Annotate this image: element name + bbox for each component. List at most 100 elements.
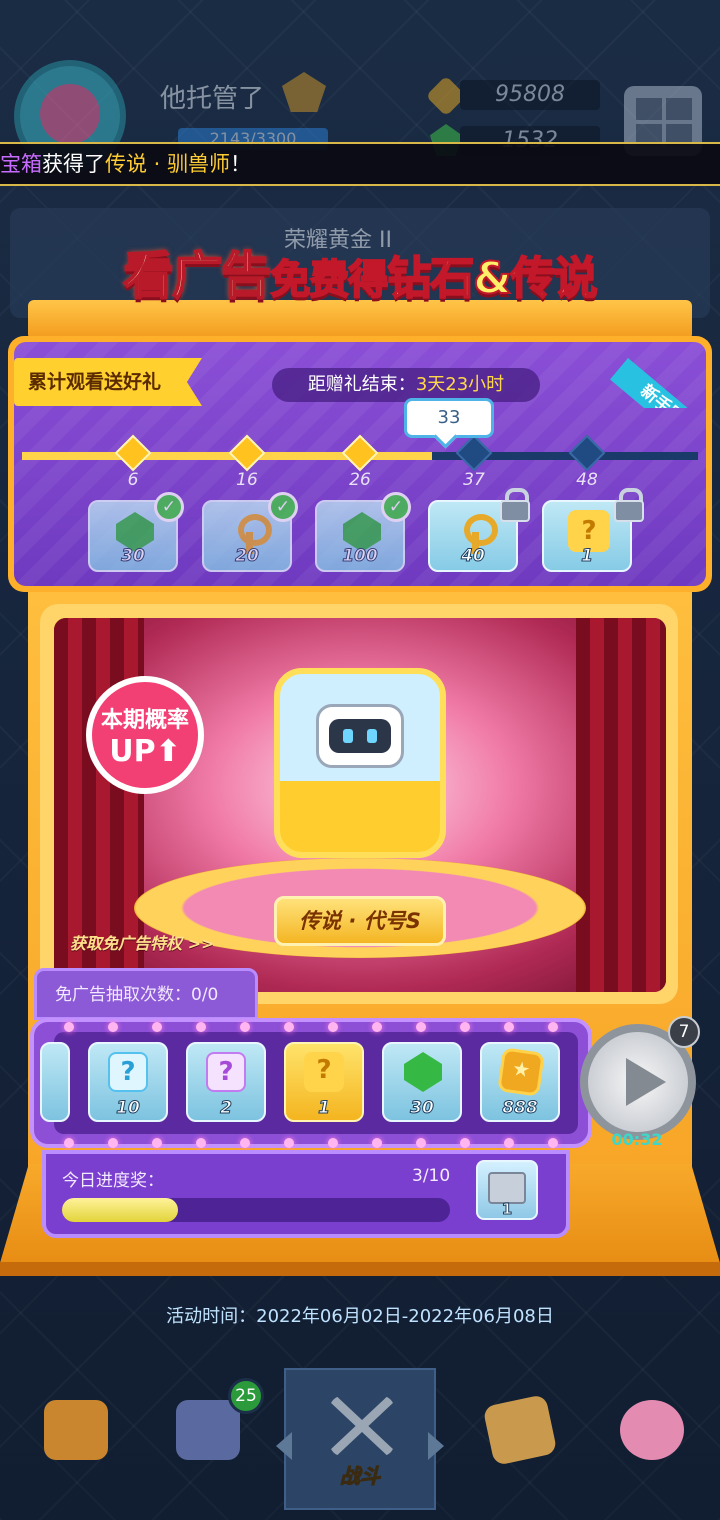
reel-item-selected: ? 1: [284, 1042, 364, 1122]
newbie-gift-tag: 新手赠礼: [608, 338, 718, 408]
lock-icon: [614, 488, 644, 522]
milestone-reward[interactable]: 100 ✓: [315, 492, 411, 572]
reel-light: [460, 1022, 470, 1032]
reel-item-count: 1: [318, 1098, 331, 1119]
reel-item: ? 10: [88, 1042, 168, 1122]
reel-light: [196, 1138, 206, 1148]
reel-light: [284, 1138, 294, 1148]
probability-up-badge: 本期概率 UP⬆: [86, 676, 204, 794]
daily-progress-label: 今日进度奖：: [62, 1171, 164, 1191]
daily-progress-track: [62, 1198, 450, 1222]
daily-progress-fill: [62, 1198, 179, 1222]
nav-notification-badge: 25: [228, 1378, 264, 1414]
crossed-swords-icon: [330, 1396, 394, 1456]
reel-light: [504, 1138, 514, 1148]
marquee-source: 宝箱: [0, 152, 42, 176]
reel-light: [284, 1022, 294, 1032]
promo-title-part2: 免费得: [269, 256, 389, 304]
marquee-end: ！: [230, 152, 252, 176]
nav-pet[interactable]: [600, 1380, 700, 1490]
reel-light: [504, 1022, 514, 1032]
legendary-dice-icon[interactable]: [274, 668, 446, 858]
milestone-reward[interactable]: ? 1: [542, 488, 644, 572]
coin-count: 95808: [460, 80, 600, 110]
reel-light: [196, 1022, 206, 1032]
milestone-tick-label: 26: [349, 470, 371, 490]
reel-item: 30: [382, 1042, 462, 1122]
gem-icon: [404, 1052, 442, 1092]
reel-light: [108, 1138, 118, 1148]
milestone-tick-label: 37: [463, 470, 485, 490]
daily-chest-reward[interactable]: 1: [476, 1160, 538, 1220]
pet-character-icon: [620, 1400, 684, 1460]
check-icon: ✓: [154, 492, 184, 522]
adfree-draw-count: 免广告抽取次数：0/0: [34, 968, 258, 1020]
event-time: 活动时间：2022年06月02日-2022年06月08日: [166, 1306, 554, 1327]
mystery-box-blue-icon: ?: [108, 1052, 148, 1092]
avatar-face-icon: [40, 84, 100, 144]
reel-light: [108, 1022, 118, 1032]
promo-title: 看广告免费得钻石&传说: [20, 226, 700, 326]
check-icon: ✓: [381, 492, 411, 522]
prob-badge-line1: 本期概率: [100, 708, 189, 733]
broadcast-marquee: 宝箱获得了传说 · 驯兽师！: [0, 142, 720, 186]
mystery-box-purple-icon: ?: [206, 1052, 246, 1092]
daily-progress-count: 3/10: [412, 1166, 451, 1186]
reel-item-count: 2: [220, 1098, 233, 1119]
reel-light: [328, 1022, 338, 1032]
cannon-icon: [176, 1400, 240, 1460]
reel-light: [64, 1138, 74, 1148]
reel-light: [372, 1138, 382, 1148]
milestone-tick-label: 48: [576, 470, 598, 490]
reward-count: 100: [342, 546, 379, 567]
marquee-verb: 获得了: [42, 152, 105, 176]
reel-light: [240, 1138, 250, 1148]
promo-title-part1: 看广告: [122, 246, 272, 306]
reel-light: [416, 1138, 426, 1148]
reel-item-partial: [40, 1042, 70, 1122]
reel-light: [240, 1022, 250, 1032]
reel-light: [460, 1138, 470, 1148]
promo-title-part3: 钻石&传说: [386, 252, 598, 305]
adfree-privilege-link[interactable]: 获取免广告特权 >>: [70, 930, 214, 954]
reward-count: 1: [581, 546, 594, 567]
reward-count: 40: [461, 546, 486, 567]
remaining-plays-badge: 7: [668, 1016, 700, 1048]
current-watch-count: 33: [404, 398, 494, 438]
nav-quest[interactable]: [468, 1380, 568, 1490]
rank-badge-icon: [282, 72, 326, 112]
milestone-ribbon: 累计观看送好礼: [14, 358, 202, 406]
treasure-chest-icon: [44, 1400, 108, 1460]
milestone-reward[interactable]: 20 ✓: [202, 492, 298, 572]
scroll-icon: [482, 1394, 558, 1466]
reel-light: [152, 1022, 162, 1032]
milestone-tick-label: 16: [236, 470, 258, 490]
milestone-reward[interactable]: 40: [428, 488, 530, 572]
reel-light: [416, 1022, 426, 1032]
reward-count: 30: [121, 546, 146, 567]
nav-battle[interactable]: 战斗: [284, 1368, 436, 1510]
reel-light: [372, 1022, 382, 1032]
nav-shop[interactable]: [24, 1380, 124, 1490]
lock-icon: [500, 488, 530, 522]
reel-light: [548, 1022, 558, 1032]
countdown-value: 3天23小时: [415, 374, 505, 395]
countdown-label: 距赠礼结束：: [307, 374, 416, 395]
reel-item-count: 30: [410, 1098, 435, 1119]
reel-item: ? 2: [186, 1042, 266, 1122]
featured-prize-name[interactable]: 传说 · 代号S: [274, 896, 446, 946]
milestone-reward[interactable]: 30 ✓: [88, 492, 184, 572]
nav-right-arrow-icon: [428, 1432, 444, 1460]
nav-left-arrow-icon: [276, 1432, 292, 1460]
player-name: 他托管了: [160, 84, 265, 114]
reel-light: [64, 1022, 74, 1032]
cabinet-base-shadow: [0, 1262, 720, 1276]
mystery-box-gold-icon: ?: [304, 1052, 344, 1092]
coin-icon: [497, 1047, 545, 1097]
reel-light: [328, 1138, 338, 1148]
prob-badge-line2: UP⬆: [109, 734, 181, 769]
nav-battle-label: 战斗: [340, 1464, 381, 1489]
reel-light: [548, 1138, 558, 1148]
check-icon: ✓: [268, 492, 298, 522]
chest-count: 1: [501, 1200, 513, 1219]
